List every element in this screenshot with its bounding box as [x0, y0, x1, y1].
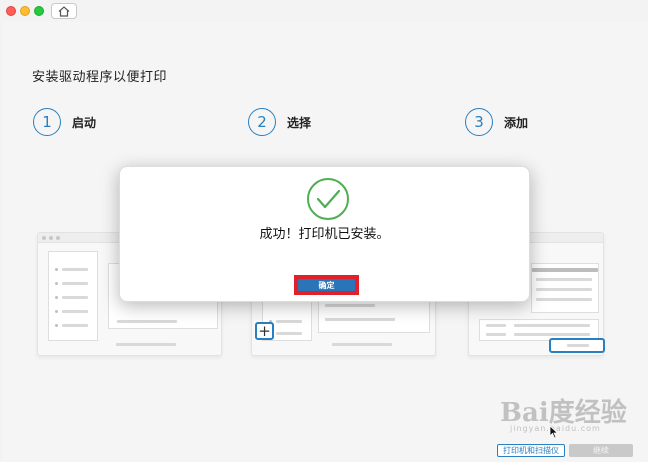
step-label: 添加 — [504, 115, 529, 130]
checkmark-icon — [307, 178, 349, 220]
illustration-sidebar — [48, 251, 98, 341]
success-dialog: 成功！打印机已安装。 确定 — [119, 166, 530, 302]
step-label: 启动 — [72, 115, 97, 130]
step-number: 1 — [33, 108, 61, 136]
confirm-button[interactable]: 确定 — [298, 279, 355, 291]
step-label: 选择 — [287, 115, 312, 130]
success-message: 成功！打印机已安装。 — [259, 227, 390, 242]
window-dot — [42, 236, 46, 240]
page-title: 安装驱动程序以便打印 — [32, 70, 168, 85]
step-1: 1 启动 — [33, 108, 96, 136]
step-3: 3 添加 — [465, 108, 528, 136]
step-number: 3 — [465, 108, 493, 136]
window-dot — [49, 236, 53, 240]
mouse-cursor-icon — [549, 425, 559, 439]
installer-window: 安装驱动程序以便打印 1 启动 2 选择 3 添加 + 成功！打印机已安装。 确… — [0, 0, 648, 462]
close-window-button[interactable] — [6, 6, 16, 16]
minimize-window-button[interactable] — [20, 6, 30, 16]
printers-scanners-button[interactable]: 打印机和扫描仪 — [497, 444, 565, 457]
window-dot — [56, 236, 60, 240]
add-button-highlight — [549, 338, 605, 353]
home-icon — [58, 5, 70, 17]
confirm-button-highlight: 确定 — [294, 275, 359, 295]
illustration-list — [531, 263, 599, 313]
step-number: 2 — [248, 108, 276, 136]
add-printer-icon: + — [255, 322, 274, 340]
home-button[interactable] — [51, 3, 77, 19]
continue-button[interactable]: 继续 — [569, 444, 633, 457]
maximize-window-button[interactable] — [34, 6, 44, 16]
title-bar — [0, 0, 648, 22]
step-2: 2 选择 — [248, 108, 311, 136]
